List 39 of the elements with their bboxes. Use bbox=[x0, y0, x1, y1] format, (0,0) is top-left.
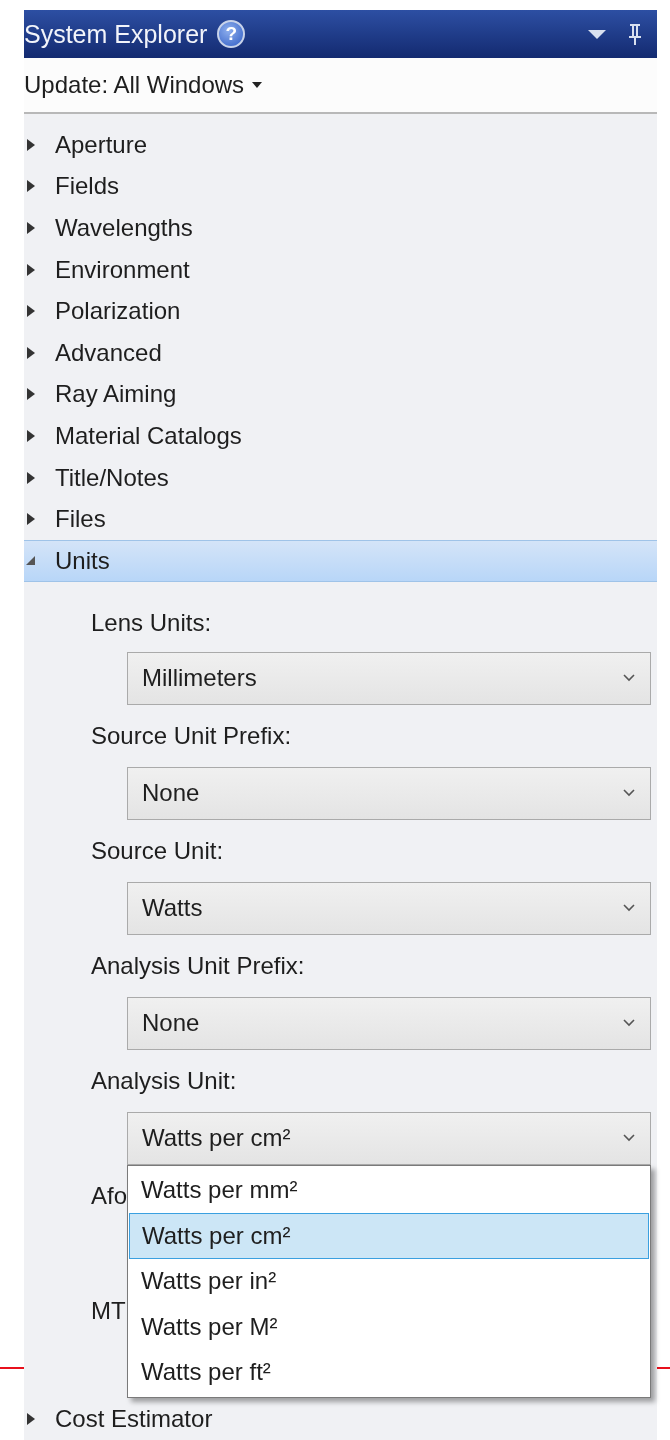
chevron-icon bbox=[622, 903, 636, 914]
field-label: Analysis Unit: bbox=[91, 1065, 237, 1096]
field-label: Lens Units: bbox=[91, 607, 212, 638]
dropdown-option[interactable]: Watts per ft² bbox=[129, 1349, 649, 1396]
tree-item[interactable]: Ray Aiming bbox=[24, 373, 657, 416]
chevron-icon bbox=[622, 1133, 636, 1144]
field-label: MT bbox=[91, 1295, 126, 1326]
tree-item[interactable]: Files bbox=[24, 498, 657, 540]
dropdown-option[interactable]: Watts per M² bbox=[129, 1304, 649, 1350]
chevron-icon bbox=[622, 1018, 636, 1029]
update-menu[interactable]: Update: All Windows bbox=[24, 71, 264, 99]
field-label: Afo bbox=[91, 1180, 128, 1211]
tree-item[interactable]: Aperture bbox=[24, 124, 657, 166]
tree-item[interactable]: Fields bbox=[24, 165, 657, 208]
dropdown-option[interactable]: Watts per mm² bbox=[129, 1167, 649, 1214]
dropdown-field[interactable]: Watts per cm² bbox=[127, 1111, 651, 1165]
field-label: Source Unit: bbox=[91, 835, 224, 866]
tree-item[interactable]: Wavelengths bbox=[24, 207, 657, 249]
dropdown-field[interactable]: Watts bbox=[127, 881, 651, 935]
dropdown-field[interactable]: None bbox=[127, 996, 651, 1050]
tree-item[interactable]: Environment bbox=[24, 248, 657, 291]
field-label: Source Unit Prefix: bbox=[91, 720, 292, 751]
tree-item[interactable]: Polarization bbox=[24, 290, 657, 332]
pin-icon[interactable] bbox=[627, 22, 643, 46]
chevron-icon bbox=[622, 673, 636, 684]
dropdown-option[interactable]: Watts per cm² bbox=[129, 1213, 649, 1259]
tree-item[interactable]: Material Catalogs bbox=[24, 415, 657, 457]
dropdown-arrow-icon[interactable] bbox=[587, 27, 607, 41]
tree-item[interactable]: Title/Notes bbox=[24, 456, 657, 499]
field-label: Analysis Unit Prefix: bbox=[91, 950, 305, 981]
tree-item[interactable]: Advanced bbox=[24, 331, 657, 374]
dropdown-field[interactable]: Millimeters bbox=[127, 651, 651, 705]
tree-item[interactable]: Cost Estimator bbox=[24, 1398, 657, 1440]
caret-icon bbox=[251, 81, 264, 89]
chevron-icon bbox=[622, 788, 636, 799]
dropdown-field[interactable]: None bbox=[127, 766, 651, 820]
dropdown-option[interactable]: Watts per in² bbox=[129, 1258, 649, 1305]
window-title: System Explorer bbox=[24, 19, 208, 49]
tree-item[interactable]: Units bbox=[24, 539, 657, 582]
